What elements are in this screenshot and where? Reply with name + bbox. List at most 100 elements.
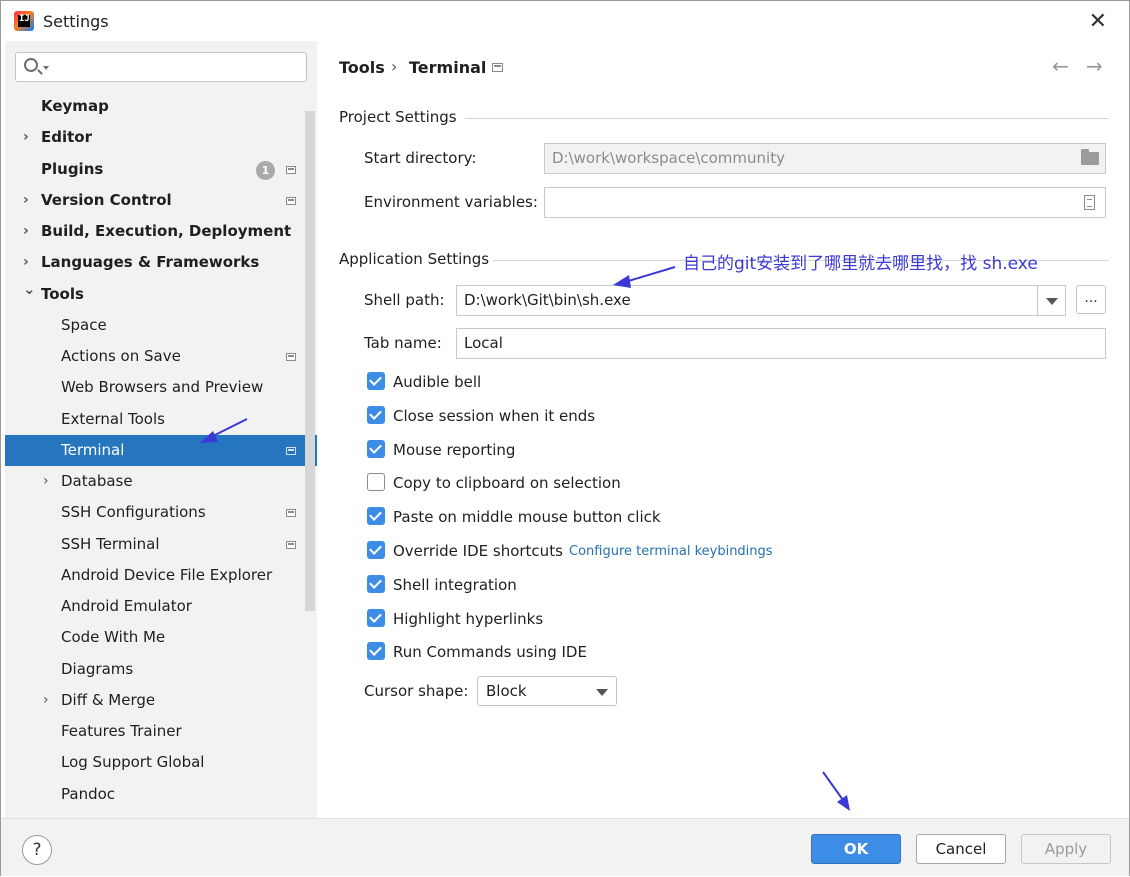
sidebar-item-label: Editor bbox=[41, 128, 92, 147]
sidebar-item-label: Space bbox=[61, 315, 107, 334]
sidebar-item[interactable]: › Languages & Frameworks bbox=[5, 247, 317, 278]
chevron-right-icon[interactable]: › bbox=[43, 466, 49, 497]
sidebar-item[interactable]: Terminal bbox=[5, 434, 317, 466]
browse-button[interactable]: ... bbox=[1076, 285, 1106, 314]
checkbox-label: Audible bell bbox=[393, 373, 482, 391]
checkbox-unchecked-icon[interactable] bbox=[367, 473, 385, 492]
sidebar-item[interactable]: Diagrams bbox=[5, 654, 317, 685]
start-directory-value: D:\work\workspace\community bbox=[552, 149, 785, 167]
sidebar-item[interactable]: Log Support Global bbox=[5, 747, 317, 778]
start-directory-field[interactable]: D:\work\workspace\community bbox=[544, 143, 1106, 174]
sidebar-item[interactable]: Actions on Save bbox=[5, 341, 317, 372]
project-scope-icon bbox=[286, 540, 296, 549]
section-divider bbox=[465, 118, 1109, 119]
chevron-right-icon[interactable]: › bbox=[43, 685, 49, 716]
help-button[interactable]: ? bbox=[22, 835, 52, 865]
checkbox-checked-icon[interactable] bbox=[367, 439, 385, 458]
document-icon[interactable] bbox=[1084, 195, 1095, 210]
cancel-button[interactable]: Cancel bbox=[916, 834, 1006, 864]
sidebar-item-label: Code With Me bbox=[61, 628, 166, 647]
search-icon bbox=[24, 58, 38, 72]
app-icon: IJ bbox=[14, 11, 34, 31]
chevron-right-icon[interactable]: › bbox=[23, 185, 29, 216]
project-scope-icon bbox=[286, 353, 296, 361]
sidebar-item[interactable]: Android Device File Explorer bbox=[5, 560, 317, 591]
sidebar-item-label: SSH Terminal bbox=[61, 534, 160, 553]
sidebar-item[interactable]: Android Emulator bbox=[5, 591, 317, 622]
sidebar-scrollbar[interactable] bbox=[305, 111, 315, 611]
title-bar: IJ Settings ✕ bbox=[1, 1, 1129, 41]
env-vars-field[interactable] bbox=[544, 187, 1106, 218]
project-settings-title: Project Settings bbox=[339, 108, 457, 126]
checkbox-label: Shell integration bbox=[393, 575, 517, 594]
project-scope-icon bbox=[286, 165, 296, 174]
configure-keybindings-link[interactable]: Configure terminal keybindings bbox=[569, 544, 773, 559]
sidebar-item[interactable]: ⌄ Tools bbox=[5, 279, 317, 310]
ok-button[interactable]: OK bbox=[811, 834, 901, 864]
sidebar-item-label: Diff & Merge bbox=[61, 690, 156, 709]
settings-content: Tools › Terminal ← → Project Settings St… bbox=[317, 41, 1129, 818]
close-icon[interactable]: ✕ bbox=[1089, 9, 1107, 34]
checkbox-label: Override IDE shortcuts bbox=[393, 542, 563, 560]
env-vars-label: Environment variables: bbox=[364, 193, 538, 211]
chevron-down-icon[interactable] bbox=[1037, 286, 1065, 315]
sidebar-item[interactable]: Code With Me bbox=[5, 622, 317, 653]
dialog-footer: ? OK Cancel Apply bbox=[1, 818, 1129, 876]
settings-window: IJ Settings ✕ Keymap › Editor Plugins 1 › Vers… bbox=[0, 0, 1130, 876]
sidebar-item[interactable]: › Database bbox=[5, 466, 317, 497]
forward-arrow-icon[interactable]: → bbox=[1086, 54, 1103, 78]
shell-path-value: D:\work\Git\bin\sh.exe bbox=[464, 291, 631, 309]
sidebar-item[interactable]: › Build, Execution, Deployment bbox=[5, 216, 317, 247]
chevron-right-icon[interactable]: › bbox=[23, 122, 29, 153]
sidebar-item-label: Database bbox=[61, 472, 133, 490]
checkbox-label: Copy to clipboard on selection bbox=[393, 474, 621, 493]
breadcrumb-separator: › bbox=[391, 57, 398, 76]
cursor-shape-select[interactable]: Block bbox=[477, 676, 617, 706]
annotation-text: 自己的git安装到了哪里就去哪里找，找 sh.exe bbox=[683, 254, 1038, 274]
sidebar-item-label: Terminal bbox=[61, 440, 125, 459]
chevron-down-icon[interactable]: ⌄ bbox=[23, 274, 36, 305]
chevron-right-icon[interactable]: › bbox=[23, 216, 29, 247]
checkbox-checked-icon[interactable] bbox=[367, 574, 385, 593]
checkbox-label: Paste on middle mouse button click bbox=[393, 508, 661, 527]
sidebar-item-label: Keymap bbox=[41, 97, 109, 115]
sidebar-item[interactable]: › Editor bbox=[5, 122, 317, 153]
checkbox-label: Mouse reporting bbox=[393, 440, 516, 459]
sidebar-item[interactable]: External Tools bbox=[5, 404, 317, 435]
tab-name-field[interactable]: Local bbox=[456, 328, 1106, 359]
sidebar-item[interactable]: › Diff & Merge bbox=[5, 685, 317, 716]
sidebar-item[interactable]: Keymap bbox=[5, 91, 317, 122]
update-count-badge: 1 bbox=[256, 160, 275, 180]
project-scope-icon bbox=[492, 63, 503, 72]
checkbox-checked-icon[interactable] bbox=[367, 541, 385, 559]
sidebar-item[interactable]: Features Trainer bbox=[5, 716, 317, 747]
shell-path-label: Shell path: bbox=[364, 291, 445, 309]
tab-name-value: Local bbox=[464, 334, 503, 352]
sidebar-item-label: Actions on Save bbox=[61, 347, 181, 365]
sidebar-item[interactable]: Plugins 1 bbox=[5, 154, 317, 185]
sidebar-item[interactable]: SSH Terminal bbox=[5, 529, 317, 560]
search-input[interactable] bbox=[15, 52, 307, 82]
sidebar-item-label: SSH Configurations bbox=[61, 503, 206, 522]
shell-path-combo[interactable]: D:\work\Git\bin\sh.exe bbox=[456, 285, 1066, 316]
chevron-down-icon bbox=[43, 66, 49, 70]
checkbox-checked-icon[interactable] bbox=[367, 372, 385, 390]
checkbox-checked-icon[interactable] bbox=[367, 507, 385, 526]
sidebar-item[interactable]: › Version Control bbox=[5, 185, 317, 216]
apply-button[interactable]: Apply bbox=[1021, 834, 1111, 864]
sidebar-item[interactable]: Pandoc bbox=[5, 779, 317, 810]
sidebar-item[interactable]: Web Browsers and Preview bbox=[5, 372, 317, 403]
breadcrumb-parent[interactable]: Tools bbox=[339, 58, 385, 77]
sidebar-item[interactable]: SSH Configurations bbox=[5, 497, 317, 528]
window-title: Settings bbox=[43, 12, 109, 31]
checkbox-label: Close session when it ends bbox=[393, 406, 596, 425]
folder-icon[interactable] bbox=[1081, 149, 1099, 165]
sidebar-item[interactable]: Space bbox=[5, 310, 317, 341]
settings-sidebar: Keymap › Editor Plugins 1 › Version Control › Bu… bbox=[5, 41, 317, 818]
sidebar-item-label: Features Trainer bbox=[61, 722, 182, 740]
back-arrow-icon[interactable]: ← bbox=[1052, 54, 1069, 78]
sidebar-item-label: Log Support Global bbox=[61, 753, 205, 772]
checkbox-checked-icon[interactable] bbox=[367, 405, 385, 424]
checkbox-checked-icon[interactable] bbox=[367, 642, 385, 661]
checkbox-checked-icon[interactable] bbox=[367, 608, 385, 627]
